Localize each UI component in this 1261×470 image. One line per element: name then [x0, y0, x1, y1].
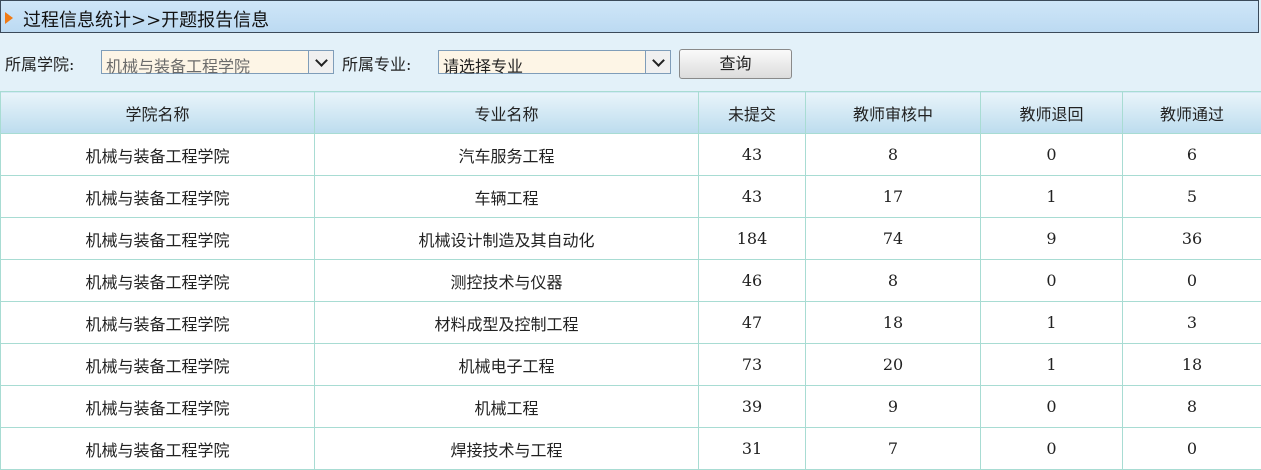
college-cell: 机械与装备工程学院 — [1, 302, 315, 344]
approved-cell: 0 — [1123, 260, 1261, 302]
title-bar: 过程信息统计>>开题报告信息 — [0, 0, 1259, 33]
approved-cell: 8 — [1123, 386, 1261, 428]
major-cell: 汽车服务工程 — [315, 134, 699, 176]
unsubmitted-cell: 73 — [699, 344, 806, 386]
page-title: 过程信息统计>>开题报告信息 — [23, 6, 269, 32]
query-button[interactable]: 查询 — [679, 49, 792, 79]
returned-cell: 0 — [981, 428, 1123, 470]
major-cell: 焊接技术与工程 — [315, 428, 699, 470]
reviewing-cell: 8 — [806, 260, 981, 302]
major-cell: 机械工程 — [315, 386, 699, 428]
college-cell: 机械与装备工程学院 — [1, 428, 315, 470]
table-row: 机械与装备工程学院 材料成型及控制工程 47 18 1 3 — [1, 302, 1261, 344]
column-header: 未提交 — [699, 92, 806, 134]
table-row: 机械与装备工程学院 机械设计制造及其自动化 184 74 9 36 — [1, 218, 1261, 260]
unsubmitted-cell: 31 — [699, 428, 806, 470]
arrow-right-icon — [5, 12, 13, 24]
major-cell: 测控技术与仪器 — [315, 260, 699, 302]
approved-cell: 0 — [1123, 428, 1261, 470]
major-cell: 机械设计制造及其自动化 — [315, 218, 699, 260]
returned-cell: 1 — [981, 344, 1123, 386]
returned-cell: 0 — [981, 260, 1123, 302]
major-select[interactable]: 请选择专业 — [438, 50, 671, 74]
college-select[interactable]: 机械与装备工程学院 — [101, 50, 334, 74]
college-cell: 机械与装备工程学院 — [1, 344, 315, 386]
college-label: 所属学院: — [5, 51, 74, 75]
unsubmitted-cell: 39 — [699, 386, 806, 428]
table-row: 机械与装备工程学院 机械电子工程 73 20 1 18 — [1, 344, 1261, 386]
reviewing-cell: 7 — [806, 428, 981, 470]
approved-cell: 36 — [1123, 218, 1261, 260]
filter-bar: 所属学院: 机械与装备工程学院 所属专业: 请选择专业 查询 — [0, 34, 1261, 90]
table-row: 机械与装备工程学院 焊接技术与工程 31 7 0 0 — [1, 428, 1261, 470]
report-table: 学院名称 专业名称 未提交 教师审核中 教师退回 教师通过 机械与装备工程学院 … — [0, 91, 1261, 470]
approved-cell: 3 — [1123, 302, 1261, 344]
unsubmitted-cell: 184 — [699, 218, 806, 260]
college-cell: 机械与装备工程学院 — [1, 260, 315, 302]
returned-cell: 9 — [981, 218, 1123, 260]
unsubmitted-cell: 46 — [699, 260, 806, 302]
approved-cell: 18 — [1123, 344, 1261, 386]
column-header: 教师通过 — [1123, 92, 1261, 134]
table-row: 机械与装备工程学院 汽车服务工程 43 8 0 6 — [1, 134, 1261, 176]
table-row: 机械与装备工程学院 车辆工程 43 17 1 5 — [1, 176, 1261, 218]
reviewing-cell: 17 — [806, 176, 981, 218]
chevron-down-icon[interactable] — [645, 51, 670, 73]
unsubmitted-cell: 43 — [699, 134, 806, 176]
returned-cell: 0 — [981, 386, 1123, 428]
reviewing-cell: 9 — [806, 386, 981, 428]
major-cell: 机械电子工程 — [315, 344, 699, 386]
table-row: 机械与装备工程学院 机械工程 39 9 0 8 — [1, 386, 1261, 428]
reviewing-cell: 20 — [806, 344, 981, 386]
column-header: 教师审核中 — [806, 92, 981, 134]
major-select-value: 请选择专业 — [443, 53, 523, 77]
major-cell: 材料成型及控制工程 — [315, 302, 699, 344]
approved-cell: 6 — [1123, 134, 1261, 176]
chevron-down-icon[interactable] — [308, 51, 333, 73]
table-header-row: 学院名称 专业名称 未提交 教师审核中 教师退回 教师通过 — [1, 92, 1261, 134]
major-label: 所属专业: — [342, 51, 411, 75]
returned-cell: 1 — [981, 176, 1123, 218]
column-header: 专业名称 — [315, 92, 699, 134]
returned-cell: 1 — [981, 302, 1123, 344]
unsubmitted-cell: 43 — [699, 176, 806, 218]
reviewing-cell: 18 — [806, 302, 981, 344]
college-cell: 机械与装备工程学院 — [1, 176, 315, 218]
returned-cell: 0 — [981, 134, 1123, 176]
reviewing-cell: 74 — [806, 218, 981, 260]
approved-cell: 5 — [1123, 176, 1261, 218]
major-cell: 车辆工程 — [315, 176, 699, 218]
college-select-value: 机械与装备工程学院 — [106, 53, 250, 77]
table-row: 机械与装备工程学院 测控技术与仪器 46 8 0 0 — [1, 260, 1261, 302]
college-cell: 机械与装备工程学院 — [1, 386, 315, 428]
reviewing-cell: 8 — [806, 134, 981, 176]
unsubmitted-cell: 47 — [699, 302, 806, 344]
college-cell: 机械与装备工程学院 — [1, 218, 315, 260]
column-header: 教师退回 — [981, 92, 1123, 134]
column-header: 学院名称 — [1, 92, 315, 134]
college-cell: 机械与装备工程学院 — [1, 134, 315, 176]
